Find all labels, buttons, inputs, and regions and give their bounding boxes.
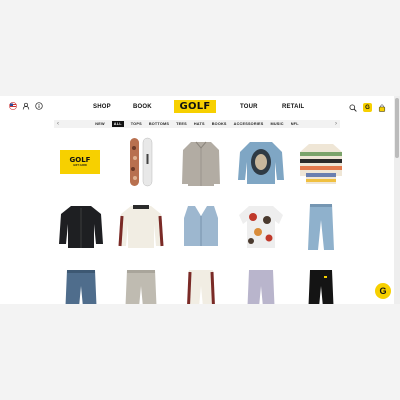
category-prev-arrow[interactable]: ‹ — [57, 120, 59, 128]
track-pants-image — [187, 270, 215, 304]
category-tops[interactable]: TOPS — [131, 122, 142, 126]
lavender-pants-image — [247, 270, 275, 304]
info-icon[interactable] — [35, 102, 43, 110]
category-bar: ‹ NEW ALL TOPS BOTTOMS TEES HATS BOOKS A… — [54, 120, 340, 128]
product-dark-jeans[interactable] — [54, 264, 108, 304]
product-black-pants[interactable] — [294, 264, 348, 304]
category-next-arrow[interactable]: › — [335, 120, 337, 128]
page-viewport: SHOP BOOK GOLF TOUR RETAIL G ‹ NEW ALL T… — [0, 96, 400, 304]
nav-retail[interactable]: RETAIL — [282, 104, 304, 110]
grey-jacket-image — [182, 141, 220, 186]
gift-card-image: GOLF GIFT CARD — [60, 150, 100, 174]
graphic-shirt-image — [239, 206, 283, 248]
black-cardigan-image — [59, 206, 103, 248]
nav-tour[interactable]: TOUR — [240, 104, 258, 110]
category-accessories[interactable]: ACCESSORIES — [234, 122, 264, 126]
snowboards-image — [130, 137, 153, 187]
track-jacket-image — [118, 205, 164, 248]
scrollbar-thumb[interactable] — [395, 98, 399, 158]
product-striped-sweater[interactable] — [294, 136, 348, 190]
product-cream-track-jacket[interactable] — [114, 200, 168, 254]
site-header: SHOP BOOK GOLF TOUR RETAIL G — [0, 96, 400, 118]
striped-sweater-image — [300, 144, 342, 184]
gift-card-title: GOLF — [69, 156, 91, 164]
category-tees[interactable]: TEES — [176, 122, 187, 126]
portrait-jacket-image — [238, 142, 284, 184]
black-pants-image — [308, 270, 334, 304]
product-snowboards[interactable] — [114, 136, 168, 190]
light-jeans-image — [308, 204, 334, 250]
product-track-pants[interactable] — [174, 264, 228, 304]
header-right-icons: G — [349, 103, 386, 112]
g-badge-icon[interactable]: G — [363, 103, 372, 112]
g-chat-button[interactable]: G — [375, 283, 391, 299]
category-new[interactable]: NEW — [95, 122, 104, 126]
gift-card-subtitle: GIFT CARD — [73, 164, 87, 167]
flag-icon[interactable] — [9, 102, 17, 110]
bag-icon[interactable] — [378, 104, 386, 112]
category-bottoms[interactable]: BOTTOMS — [149, 122, 169, 126]
grey-pants-image — [125, 270, 157, 304]
category-all[interactable]: ALL — [111, 121, 124, 127]
product-portrait-denim-jacket[interactable] — [234, 136, 288, 190]
product-graphic-shirt[interactable] — [234, 200, 288, 254]
category-books[interactable]: BOOKS — [212, 122, 227, 126]
search-icon[interactable] — [349, 103, 357, 112]
category-hats[interactable]: HATS — [194, 122, 205, 126]
product-denim-vest[interactable] — [174, 200, 228, 254]
product-grey-pants[interactable] — [114, 264, 168, 304]
nav-shop[interactable]: SHOP — [93, 104, 111, 110]
dark-jeans-image — [65, 270, 97, 304]
category-music[interactable]: MUSIC — [271, 122, 284, 126]
golf-logo[interactable]: GOLF — [174, 100, 216, 113]
denim-vest-image — [184, 206, 218, 246]
product-light-jeans[interactable] — [294, 200, 348, 254]
product-gift-card[interactable]: GOLF GIFT CARD — [54, 136, 108, 190]
product-grey-jacket[interactable] — [174, 136, 228, 190]
nav-book[interactable]: BOOK — [133, 104, 152, 110]
user-icon[interactable] — [22, 102, 30, 110]
product-black-cardigan[interactable] — [54, 200, 108, 254]
category-nfl[interactable]: NFL — [291, 122, 299, 126]
product-lavender-pants[interactable] — [234, 264, 288, 304]
header-left-icons — [9, 102, 43, 110]
